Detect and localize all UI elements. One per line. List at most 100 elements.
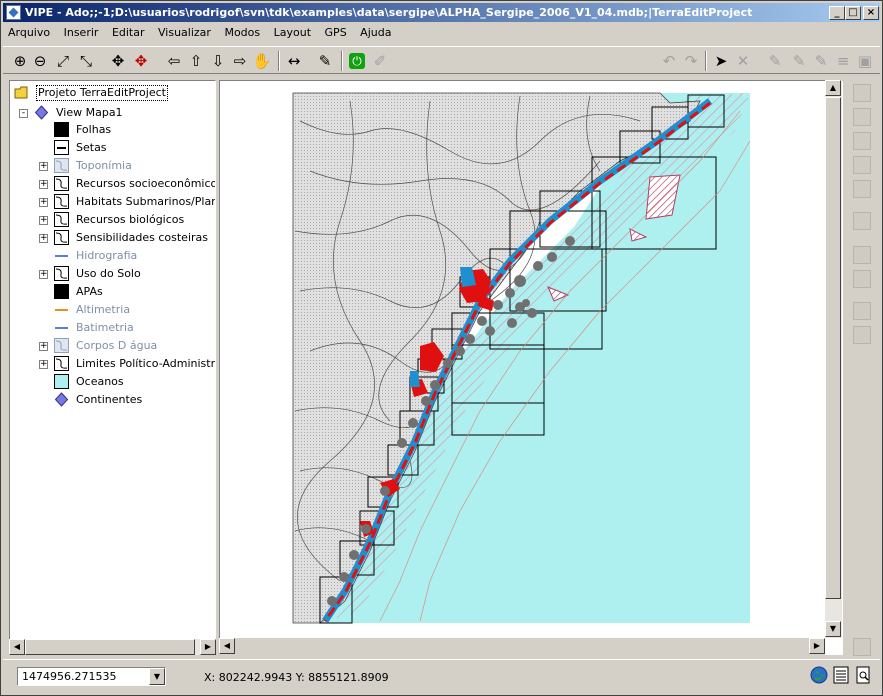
line-legend-icon bbox=[54, 320, 69, 335]
undo-icon: ↶ bbox=[662, 52, 676, 70]
close-button[interactable]: × bbox=[863, 6, 879, 20]
tree-collapse-icon[interactable]: - bbox=[19, 109, 28, 118]
layer-fit-icon bbox=[853, 180, 871, 198]
project-label: Projeto TerraEditProject bbox=[36, 85, 168, 101]
layer-group-icon bbox=[54, 338, 69, 353]
scale-combobox[interactable]: 1474956.271535 ▼ bbox=[17, 667, 166, 686]
menu-visualizar[interactable]: Visualizar bbox=[153, 23, 216, 42]
layer-label: Toponímia bbox=[76, 159, 132, 172]
arrow-down-icon[interactable]: ⇩ bbox=[208, 51, 228, 71]
title-bar: VIPE - Ado;;-1;D:\usuarios\rodrigof\svn\… bbox=[3, 3, 880, 22]
main-toolbar: ⊕ ⊖ ⤢ ⤡ ✥ ✥ ⇦ ⇧ ⇩ ⇨ ✋ ↔ ✎ ⏻ ✐ ↶ ↷ ➤ ✕ ✎ … bbox=[3, 46, 880, 74]
tree-expand-icon[interactable]: + bbox=[39, 198, 48, 207]
measure-icon[interactable]: ↔ bbox=[284, 51, 304, 71]
menu-gps[interactable]: GPS bbox=[320, 23, 352, 42]
zoom-extent-icon[interactable]: ⤢ bbox=[53, 51, 73, 71]
layer-grid-icon bbox=[853, 156, 871, 174]
layer-label: Altimetria bbox=[76, 303, 131, 316]
layer-label: Corpos D água bbox=[76, 339, 158, 352]
polygon-legend-icon bbox=[54, 122, 69, 137]
draw-point-icon: ✎ bbox=[768, 52, 782, 70]
cursor-coordinates: X: 802242.9943 Y: 8855121.8909 bbox=[204, 671, 389, 684]
layer-properties-icon bbox=[853, 302, 871, 320]
line-legend-icon bbox=[54, 302, 69, 317]
move-icon[interactable]: ✥ bbox=[108, 51, 128, 71]
redo-icon: ↷ bbox=[684, 52, 698, 70]
window-title: VIPE - Ado;;-1;D:\usuarios\rodrigof\svn\… bbox=[25, 6, 753, 19]
layer-label: Habitats Submarinos/Plantas bbox=[76, 195, 215, 208]
print-preview-icon[interactable] bbox=[854, 666, 872, 684]
scroll-down-icon[interactable]: ▼ bbox=[825, 621, 841, 637]
layer-label: Uso do Solo bbox=[76, 267, 141, 280]
map-horizontal-scrollbar[interactable]: ◀ ▶ bbox=[219, 638, 825, 655]
layer-table-icon bbox=[853, 326, 871, 344]
layer-group-icon bbox=[54, 194, 69, 209]
zoom-in-icon[interactable]: ⊕ bbox=[10, 51, 30, 71]
status-bar: 1474956.271535 ▼ X: 802242.9943 Y: 88551… bbox=[3, 659, 880, 693]
scroll-thumb[interactable] bbox=[825, 97, 841, 599]
map-canvas[interactable] bbox=[219, 80, 843, 655]
layer-label: Continentes bbox=[76, 393, 143, 406]
arrow-up-icon[interactable]: ⇧ bbox=[186, 51, 206, 71]
draw-polygon-icon: ✎ bbox=[814, 52, 828, 70]
diamond-legend-icon bbox=[54, 392, 69, 407]
line-legend-icon bbox=[54, 248, 69, 263]
menu-editar[interactable]: Editar bbox=[107, 23, 150, 42]
scroll-left-icon[interactable]: ◀ bbox=[219, 638, 235, 654]
map-drawing[interactable] bbox=[220, 81, 824, 637]
edit-table-icon[interactable]: ✎ bbox=[315, 51, 335, 71]
layer-label: Oceanos bbox=[76, 375, 124, 388]
view-diamond-icon bbox=[34, 105, 49, 120]
layer-label: Recursos socioeconômicos bbox=[76, 177, 216, 190]
select-pointer-icon[interactable]: ➤ bbox=[711, 51, 731, 71]
right-toolbar bbox=[847, 80, 881, 656]
layer-group-icon bbox=[54, 356, 69, 371]
zoom-area-icon[interactable]: ⤡ bbox=[76, 51, 96, 71]
delete-icon: ✕ bbox=[736, 52, 750, 70]
line-legend-icon bbox=[54, 140, 69, 155]
layer-label: APAs bbox=[76, 285, 103, 298]
attribute-table-icon: ≡ bbox=[836, 52, 850, 70]
menu-bar: Arquivo Inserir Editar Visualizar Modos … bbox=[3, 23, 880, 42]
tree-expand-icon[interactable]: + bbox=[39, 342, 48, 351]
globe-icon[interactable] bbox=[810, 666, 828, 684]
table-icon[interactable] bbox=[832, 666, 850, 684]
tree-expand-icon[interactable]: + bbox=[39, 360, 48, 369]
arrow-left-icon[interactable]: ⇦ bbox=[164, 51, 184, 71]
scroll-thumb[interactable] bbox=[25, 639, 195, 655]
layer-label: Hidrografia bbox=[76, 249, 138, 262]
scroll-right-icon[interactable]: ▶ bbox=[809, 638, 825, 654]
tree-expand-icon[interactable]: + bbox=[39, 234, 48, 243]
layer-label: Limites Político-Administrativos bbox=[76, 357, 216, 370]
pan-hand-icon[interactable]: ✋ bbox=[252, 51, 272, 71]
maximize-button[interactable]: □ bbox=[845, 6, 861, 20]
layer-group-icon bbox=[54, 266, 69, 281]
toolbar-separator bbox=[341, 51, 343, 71]
toolbar-separator bbox=[705, 51, 707, 71]
move-red-icon[interactable]: ✥ bbox=[131, 51, 151, 71]
menu-inserir[interactable]: Inserir bbox=[59, 23, 104, 42]
tree-expand-icon[interactable]: + bbox=[39, 180, 48, 189]
tree-expand-icon[interactable]: + bbox=[39, 162, 48, 171]
tree-expand-icon[interactable]: + bbox=[39, 270, 48, 279]
scroll-right-icon[interactable]: ▶ bbox=[200, 639, 216, 655]
arrow-right-icon[interactable]: ⇨ bbox=[230, 51, 250, 71]
chevron-down-icon[interactable]: ▼ bbox=[149, 668, 165, 685]
layer-label: Folhas bbox=[76, 123, 112, 136]
menu-layout[interactable]: Layout bbox=[269, 23, 316, 42]
menu-arquivo[interactable]: Arquivo bbox=[3, 23, 55, 42]
zoom-out-icon[interactable]: ⊖ bbox=[30, 51, 50, 71]
layer-group-icon bbox=[54, 212, 69, 227]
tree-expand-icon[interactable]: + bbox=[39, 216, 48, 225]
view-label: View Mapa1 bbox=[56, 106, 123, 119]
layer-group-icon bbox=[54, 176, 69, 191]
minimize-button[interactable]: _ bbox=[829, 6, 845, 20]
tree-horizontal-scrollbar[interactable]: ◀ ▶ bbox=[9, 639, 216, 655]
map-vertical-scrollbar[interactable]: ▲ ▼ bbox=[825, 80, 842, 638]
gps-power-icon[interactable]: ⏻ bbox=[349, 53, 365, 69]
scroll-left-icon[interactable]: ◀ bbox=[9, 639, 25, 655]
menu-ajuda[interactable]: Ajuda bbox=[355, 23, 396, 42]
layer-label: Batimetria bbox=[76, 321, 134, 334]
menu-modos[interactable]: Modos bbox=[219, 23, 265, 42]
scroll-up-icon[interactable]: ▲ bbox=[825, 80, 841, 96]
